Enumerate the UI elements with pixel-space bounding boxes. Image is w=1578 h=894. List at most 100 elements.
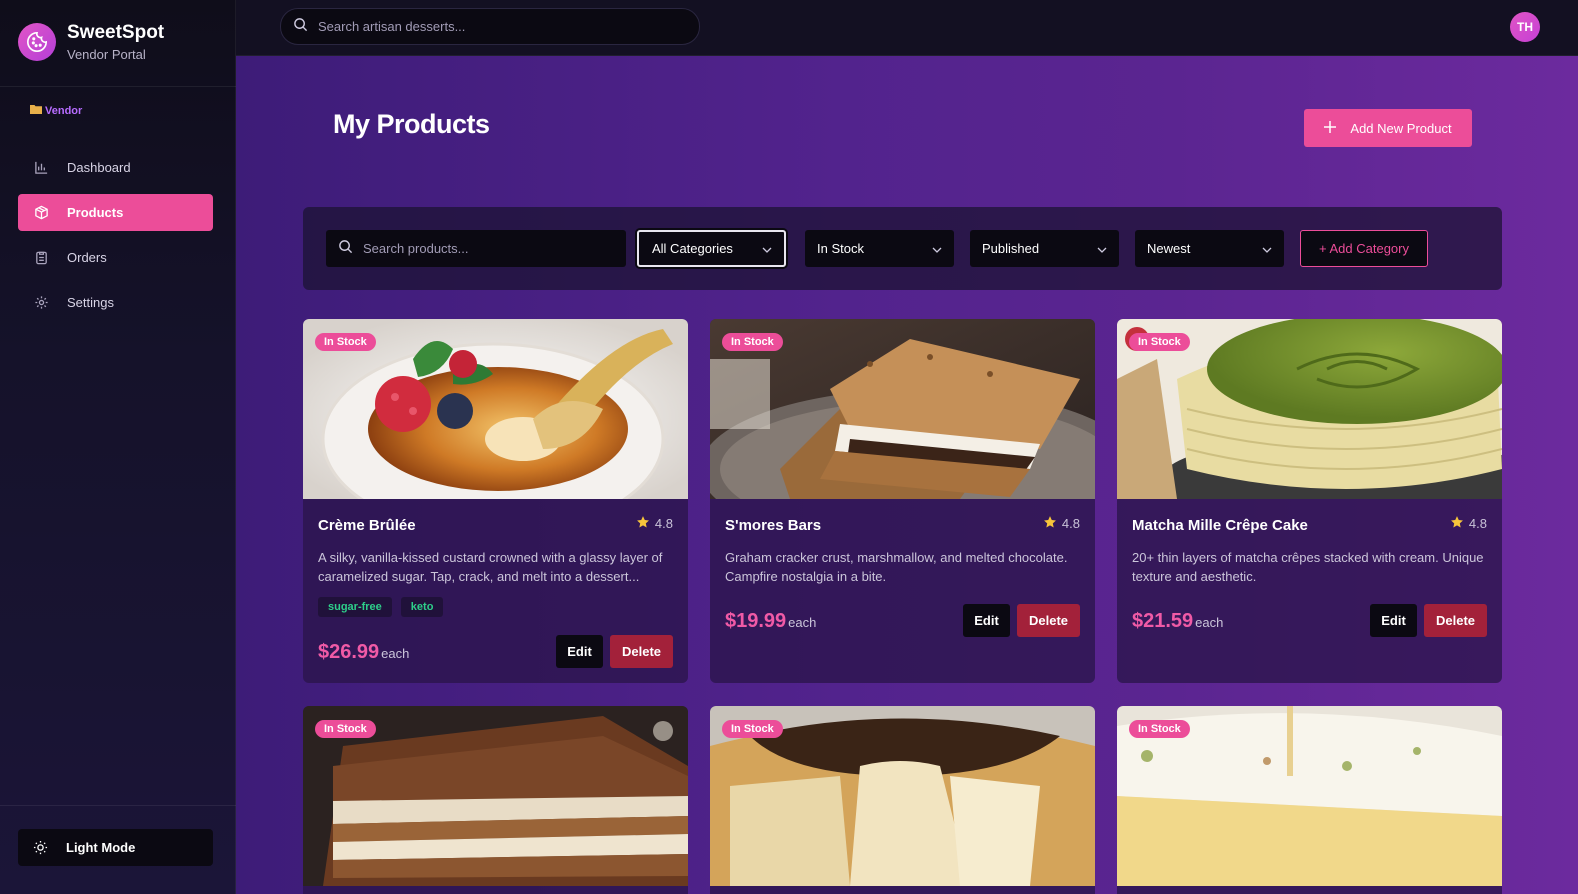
rating-value: 4.8: [1061, 516, 1080, 531]
product-description: Graham cracker crust, marshmallow, and m…: [725, 550, 1068, 584]
sun-icon: [33, 840, 48, 855]
product-image[interactable]: In Stock: [303, 319, 688, 499]
role-badge: Vendor: [30, 104, 82, 117]
price-unit: each: [788, 615, 817, 630]
divider: [0, 86, 236, 87]
sidebar-item-label: Settings: [67, 295, 114, 310]
product-description: 20+ thin layers of matcha crêpes stacked…: [1132, 550, 1484, 584]
add-product-label: Add New Product: [1350, 120, 1452, 136]
global-search[interactable]: [280, 8, 700, 45]
tag: keto: [400, 597, 444, 617]
sidebar-item-orders[interactable]: Orders: [18, 239, 213, 276]
product-rating: 4.8: [1043, 515, 1080, 532]
main-content: My Products Add New Product All Categori…: [236, 56, 1578, 894]
price-unit: each: [381, 646, 410, 661]
star-icon: [1043, 515, 1057, 532]
theme-toggle-button[interactable]: Light Mode: [18, 829, 213, 866]
sidebar-item-label: Products: [67, 205, 124, 220]
box-icon: [33, 205, 49, 221]
product-price: $26.99 each: [318, 641, 409, 664]
product-name: Crème Brûlée: [318, 517, 416, 534]
product-tags: sugar-free keto: [318, 597, 444, 617]
product-search[interactable]: [326, 230, 626, 267]
product-price: $19.99 each: [725, 610, 816, 633]
add-product-button[interactable]: Add New Product: [1304, 109, 1472, 147]
bar-chart-icon: [33, 160, 49, 176]
delete-button[interactable]: Delete: [1017, 604, 1080, 637]
delete-button[interactable]: Delete: [1424, 604, 1487, 637]
price-value: $19.99: [725, 610, 787, 632]
avatar[interactable]: TH: [1510, 12, 1540, 42]
product-card: In Stock: [710, 706, 1095, 894]
topbar: TH: [236, 0, 1578, 56]
theme-toggle-label: Light Mode: [66, 840, 136, 855]
chevron-down-icon: [932, 241, 942, 256]
sort-select[interactable]: Newest: [1135, 230, 1284, 267]
product-card: In Stock Matcha Mille Crêpe Cake 4.8 20+…: [1117, 319, 1502, 683]
product-image[interactable]: In Stock: [1117, 319, 1502, 499]
product-description: A silky, vanilla-kissed custard crowned …: [318, 550, 663, 584]
sidebar-item-dashboard[interactable]: Dashboard: [18, 149, 213, 186]
sidebar-item-label: Orders: [67, 250, 107, 265]
product-price: $21.59 each: [1132, 610, 1223, 633]
product-name: S'mores Bars: [725, 517, 822, 534]
product-image[interactable]: In Stock: [710, 319, 1095, 499]
divider: [0, 805, 236, 806]
product-card: In Stock Crème Brûlée 4.8 A silky, vanil…: [303, 319, 688, 683]
price-unit: each: [1195, 615, 1224, 630]
product-card: In Stock: [1117, 706, 1502, 894]
global-search-input[interactable]: [318, 19, 699, 34]
rating-value: 4.8: [1468, 516, 1487, 531]
status-select[interactable]: Published: [970, 230, 1119, 267]
category-select[interactable]: All Categories: [637, 230, 786, 267]
delete-button[interactable]: Delete: [610, 635, 673, 668]
product-image[interactable]: In Stock: [710, 706, 1095, 886]
brand[interactable]: SweetSpot Vendor Portal: [18, 22, 164, 62]
filter-bar: All Categories In Stock Published Newest…: [303, 207, 1502, 290]
sidebar-item-settings[interactable]: Settings: [18, 284, 213, 321]
product-rating: 4.8: [636, 515, 673, 532]
stock-badge: In Stock: [1129, 720, 1190, 738]
search-icon: [293, 17, 308, 37]
stock-select[interactable]: In Stock: [805, 230, 954, 267]
stock-badge: In Stock: [722, 720, 783, 738]
product-image[interactable]: In Stock: [303, 706, 688, 886]
page-title: My Products: [333, 109, 490, 139]
edit-button[interactable]: Edit: [963, 604, 1010, 637]
category-select-value: All Categories: [652, 241, 733, 256]
sidebar-nav: Dashboard Products Orders Settings: [18, 149, 213, 329]
app-subtitle: Vendor Portal: [67, 47, 146, 62]
stock-badge: In Stock: [315, 333, 376, 351]
stock-badge: In Stock: [315, 720, 376, 738]
clipboard-icon: [33, 250, 49, 266]
search-icon: [338, 239, 353, 259]
sidebar-item-label: Dashboard: [67, 160, 131, 175]
product-rating: 4.8: [1450, 515, 1487, 532]
edit-button[interactable]: Edit: [1370, 604, 1417, 637]
cookie-logo-icon: [18, 23, 56, 61]
product-search-input[interactable]: [363, 241, 626, 256]
app-name: SweetSpot: [67, 22, 165, 43]
status-select-value: Published: [982, 241, 1040, 256]
star-icon: [1450, 515, 1464, 532]
sidebar-item-products[interactable]: Products: [18, 194, 213, 231]
product-name: Matcha Mille Crêpe Cake: [1132, 517, 1308, 534]
role-label: Vendor: [45, 104, 83, 117]
chevron-down-icon: [1097, 241, 1107, 256]
star-icon: [636, 515, 650, 532]
product-card: In Stock: [303, 706, 688, 894]
price-value: $21.59: [1132, 610, 1194, 632]
folder-icon: [30, 104, 42, 117]
edit-button[interactable]: Edit: [556, 635, 603, 668]
sidebar: SweetSpot Vendor Portal Vendor Dashboard: [0, 0, 236, 894]
sort-select-value: Newest: [1147, 241, 1191, 256]
rating-value: 4.8: [654, 516, 673, 531]
add-category-button[interactable]: + Add Category: [1300, 230, 1428, 267]
stock-badge: In Stock: [722, 333, 783, 351]
price-value: $26.99: [318, 641, 380, 663]
plus-icon: [1324, 120, 1337, 136]
stock-select-value: In Stock: [817, 241, 864, 256]
product-image[interactable]: In Stock: [1117, 706, 1502, 886]
gear-icon: [33, 295, 49, 311]
chevron-down-icon: [1262, 241, 1272, 256]
